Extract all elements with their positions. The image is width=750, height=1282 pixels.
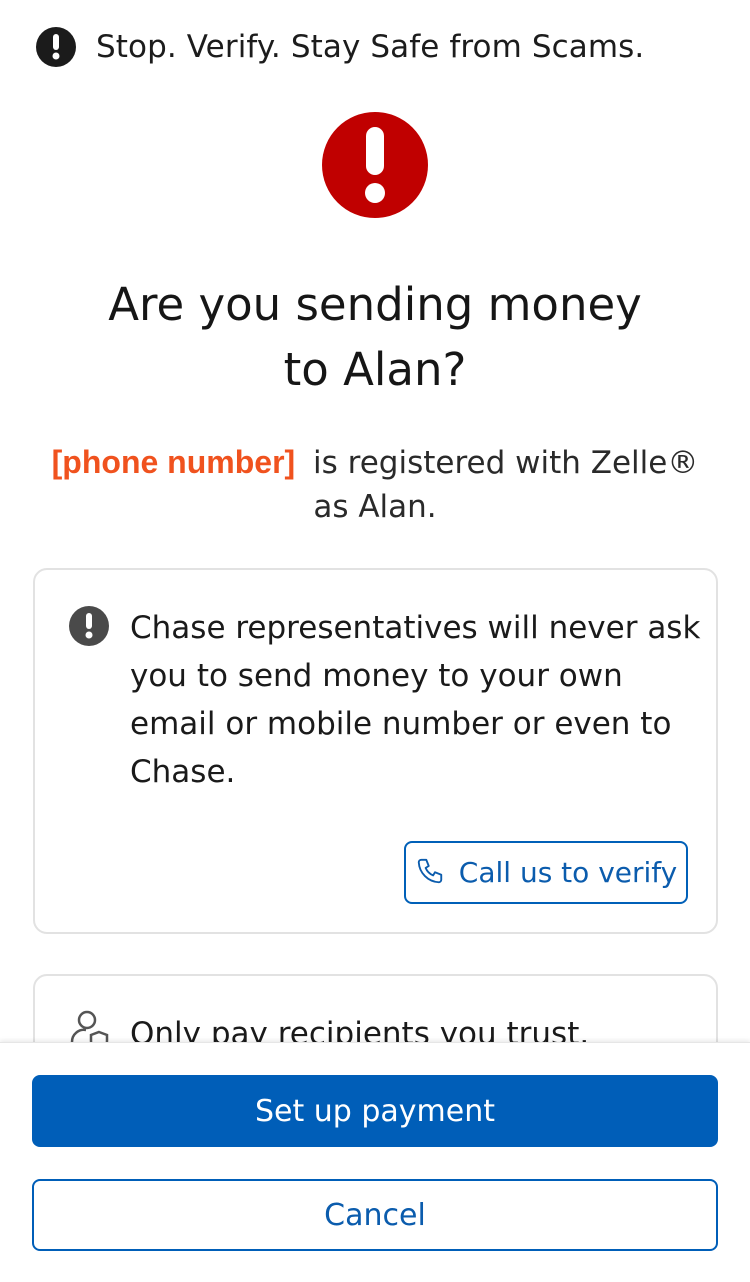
phone-number-placeholder: [phone number] [51,444,296,480]
registered-text-line2: as Alan. [313,489,437,525]
set-up-payment-button[interactable]: Set up payment [32,1075,718,1147]
info-exclamation-icon [69,606,109,646]
recipient-info: [phone number] is registered with Zelle®… [20,440,730,529]
title-line-2: to Alan? [283,343,467,396]
call-to-verify-button[interactable]: Call us to verify [404,841,688,904]
warning-card: Chase representatives will never ask you… [33,568,718,934]
phone-icon [415,856,445,890]
exclamation-icon [36,27,76,67]
call-to-verify-label: Call us to verify [458,856,678,889]
warning-text: Chase representatives will never ask you… [130,610,701,790]
banner-text: Stop. Verify. Stay Safe from Scams. [96,29,645,65]
title-line-1: Are you sending money [108,278,642,331]
registered-text: is registered with Zelle® [313,445,699,481]
alert-exclamation-icon [322,112,428,218]
scam-warning-screen: Stop. Verify. Stay Safe from Scams. Are … [0,0,750,1282]
page-title: Are you sending money to Alan? [40,272,710,402]
scam-banner: Stop. Verify. Stay Safe from Scams. [36,24,644,70]
action-sheet: Set up payment Cancel [0,1042,750,1282]
cancel-button[interactable]: Cancel [32,1179,718,1251]
